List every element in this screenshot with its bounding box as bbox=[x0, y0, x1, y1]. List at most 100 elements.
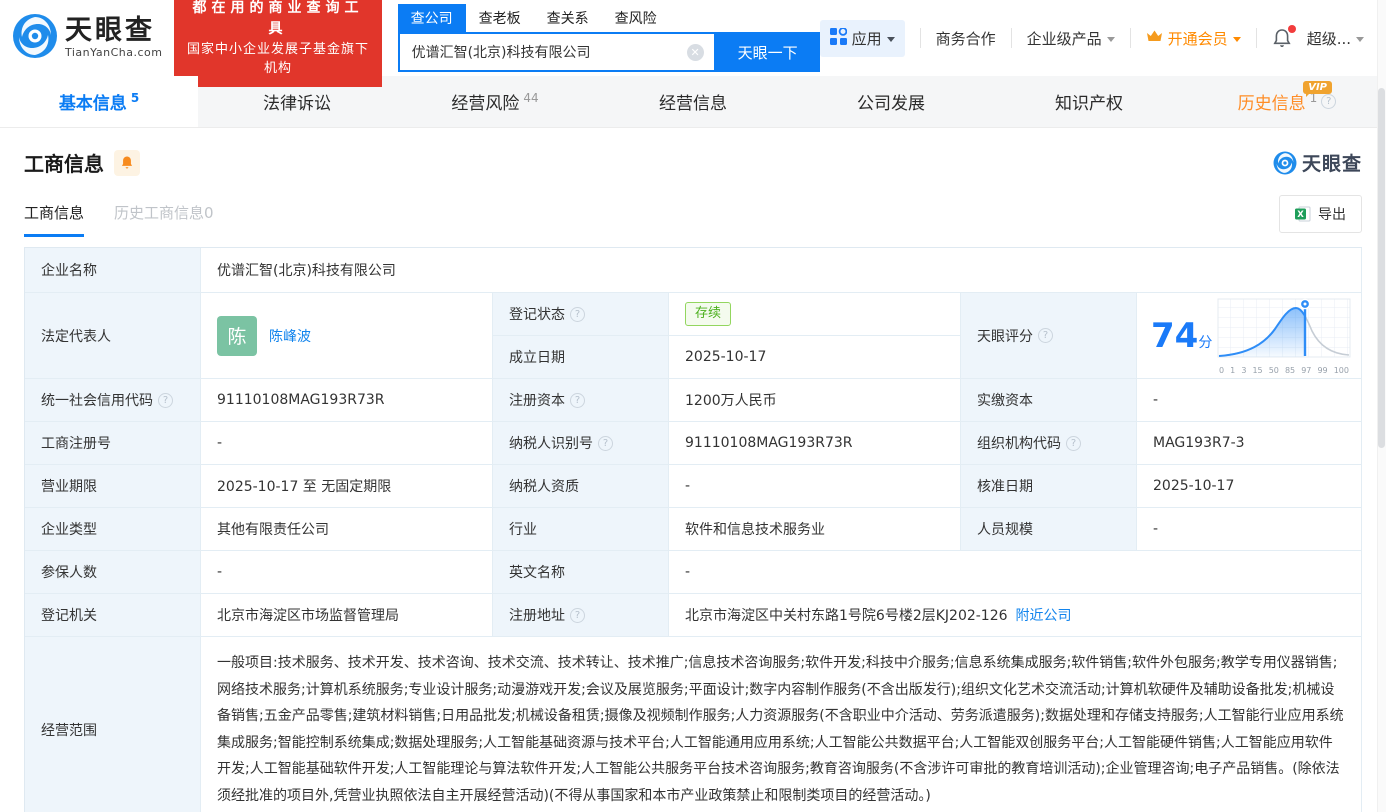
tab-intellectual-property[interactable]: 知识产权 bbox=[990, 76, 1188, 127]
apps-label: 应用 bbox=[852, 28, 882, 49]
subtab-business-registration[interactable]: 工商信息 bbox=[24, 202, 84, 237]
divider bbox=[1256, 28, 1257, 48]
search-tabs: 查公司 查老板 查关系 查风险 bbox=[398, 4, 820, 32]
address-label: 注册地址 bbox=[493, 594, 669, 637]
score-distribution-chart[interactable]: 0131550859799100 bbox=[1217, 297, 1351, 375]
insured-value: - bbox=[201, 551, 493, 594]
scrollbar-thumb[interactable] bbox=[1378, 88, 1385, 448]
vip-badge: VIP bbox=[1303, 81, 1332, 94]
tianyancha-logo[interactable]: 天眼查 TianYanCha.com bbox=[12, 13, 162, 63]
divider bbox=[1011, 28, 1012, 48]
svg-text:X: X bbox=[1297, 210, 1304, 220]
apps-menu[interactable]: 应用 bbox=[820, 20, 905, 57]
credit-code-label: 统一社会信用代码 bbox=[25, 379, 201, 422]
staff-size-label: 人员规模 bbox=[961, 508, 1137, 551]
reg-capital-label: 注册资本 bbox=[493, 379, 669, 422]
search-input[interactable] bbox=[400, 44, 687, 60]
search-box: ✕ bbox=[398, 32, 716, 72]
notifications-bell[interactable] bbox=[1272, 28, 1292, 49]
excel-icon: X bbox=[1295, 206, 1311, 222]
subtab-history-registration[interactable]: 历史工商信息0 bbox=[114, 202, 214, 237]
approval-date-value: 2025-10-17 bbox=[1137, 465, 1362, 508]
legal-rep-label: 法定代表人 bbox=[25, 293, 201, 379]
establish-date-value: 2025-10-17 bbox=[669, 336, 961, 379]
tab-history-info[interactable]: VIP 历史信息1 bbox=[1188, 76, 1386, 127]
company-name-label: 企业名称 bbox=[25, 248, 201, 293]
help-icon[interactable] bbox=[1066, 436, 1081, 451]
taxpayer-quality-label: 纳税人资质 bbox=[493, 465, 669, 508]
search-button[interactable]: 天眼一下 bbox=[716, 32, 820, 72]
approval-date-label: 核准日期 bbox=[961, 465, 1137, 508]
help-icon[interactable] bbox=[1038, 328, 1053, 343]
help-icon[interactable] bbox=[570, 393, 585, 408]
slogan-banner: 都在用的商业查询工具 国家中小企业发展子基金旗下机构 bbox=[174, 0, 381, 87]
paid-capital-value: - bbox=[1137, 379, 1362, 422]
bell-icon bbox=[120, 155, 134, 170]
business-term-label: 营业期限 bbox=[25, 465, 201, 508]
paid-capital-label: 实缴资本 bbox=[961, 379, 1137, 422]
english-name-value: - bbox=[669, 551, 1362, 594]
credit-code-value: 91110108MAG193R73R bbox=[201, 379, 493, 422]
tab-business-info[interactable]: 经营信息 bbox=[594, 76, 792, 127]
search-tab-company[interactable]: 查公司 bbox=[398, 4, 466, 32]
help-icon[interactable] bbox=[598, 436, 613, 451]
cooperation-menu[interactable]: 商务合作 bbox=[936, 28, 996, 49]
help-icon[interactable] bbox=[570, 307, 585, 322]
main-content: 工商信息 天眼查 工商信息 历史工商信息0 X 导出 企业名称 优谱汇智(北京)… bbox=[0, 148, 1386, 812]
establish-date-label: 成立日期 bbox=[493, 336, 669, 379]
legal-rep-value: 陈 陈峰波 bbox=[201, 293, 493, 379]
chevron-down-icon bbox=[887, 37, 895, 42]
help-icon[interactable] bbox=[1321, 94, 1336, 109]
brand-domain: TianYanCha.com bbox=[65, 46, 162, 59]
page: 天眼查 TianYanCha.com 都在用的商业查询工具 国家中小企业发展子基… bbox=[0, 0, 1386, 812]
notification-dot bbox=[1288, 25, 1296, 33]
divider bbox=[920, 28, 921, 48]
legal-rep-link[interactable]: 陈峰波 bbox=[269, 326, 311, 346]
account-menu[interactable]: 超级... bbox=[1307, 28, 1364, 49]
scrollbar-track bbox=[1377, 0, 1386, 812]
business-info-table: 企业名称 优谱汇智(北京)科技有限公司 法定代表人 陈 陈峰波 登记状态 存续 … bbox=[24, 247, 1362, 812]
vip-upgrade-menu[interactable]: 开通会员 bbox=[1146, 28, 1241, 49]
tab-legal-proceedings[interactable]: 法律诉讼 bbox=[198, 76, 396, 127]
subscribe-bell-button[interactable] bbox=[114, 150, 140, 176]
org-code-label: 组织机构代码 bbox=[961, 422, 1137, 465]
address-value: 北京市海淀区中关村东路1号院6号楼2层KJ202-126 附近公司 bbox=[669, 594, 1362, 637]
tab-operating-risk[interactable]: 经营风险44 bbox=[396, 76, 594, 127]
industry-value: 软件和信息技术服务业 bbox=[669, 508, 961, 551]
status-date-subgrid: 登记状态 存续 成立日期 2025-10-17 bbox=[493, 293, 961, 379]
registry-label: 登记机关 bbox=[25, 594, 201, 637]
search-tab-risk[interactable]: 查风险 bbox=[602, 4, 670, 32]
help-icon[interactable] bbox=[158, 393, 173, 408]
slogan-line2: 国家中小企业发展子基金旗下机构 bbox=[186, 40, 369, 79]
business-scope-label: 经营范围 bbox=[25, 637, 201, 812]
export-button[interactable]: X 导出 bbox=[1279, 195, 1362, 233]
corner-watermark-logo: 天眼查 bbox=[1273, 149, 1362, 176]
score-axis-ticks: 0131550859799100 bbox=[1217, 365, 1351, 375]
search-tab-boss[interactable]: 查老板 bbox=[466, 4, 534, 32]
taxpayer-quality-value: - bbox=[669, 465, 961, 508]
help-icon[interactable] bbox=[570, 608, 585, 623]
score-label: 天眼评分 bbox=[961, 293, 1137, 379]
reg-capital-value: 1200万人民币 bbox=[669, 379, 961, 422]
reg-status-value: 存续 bbox=[669, 293, 961, 336]
company-name-value: 优谱汇智(北京)科技有限公司 bbox=[201, 248, 1362, 293]
section-title: 工商信息 bbox=[24, 148, 104, 177]
score-number: 74 bbox=[1151, 316, 1198, 356]
clear-search-icon[interactable]: ✕ bbox=[687, 44, 704, 61]
company-nav-tabs: 基本信息5 法律诉讼 经营风险44 经营信息 公司发展 知识产权 VIP 历史信… bbox=[0, 76, 1386, 128]
nearby-companies-link[interactable]: 附近公司 bbox=[1016, 605, 1072, 625]
company-type-value: 其他有限责任公司 bbox=[201, 508, 493, 551]
enterprise-menu[interactable]: 企业级产品 bbox=[1027, 28, 1115, 49]
tab-company-development[interactable]: 公司发展 bbox=[792, 76, 990, 127]
tab-basic-info[interactable]: 基本信息5 bbox=[0, 76, 198, 127]
avatar[interactable]: 陈 bbox=[217, 316, 257, 356]
slogan-line1: 都在用的商业查询工具 bbox=[186, 0, 369, 40]
reg-number-value: - bbox=[201, 422, 493, 465]
company-type-label: 企业类型 bbox=[25, 508, 201, 551]
industry-label: 行业 bbox=[493, 508, 669, 551]
score-value: 74分 bbox=[1137, 293, 1362, 379]
taxpayer-id-label: 纳税人识别号 bbox=[493, 422, 669, 465]
search-tab-relation[interactable]: 查关系 bbox=[534, 4, 602, 32]
business-scope-value: 一般项目:技术服务、技术开发、技术咨询、技术交流、技术转让、技术推广;信息技术咨… bbox=[201, 637, 1362, 812]
tianyancha-swirl-icon bbox=[1273, 151, 1297, 175]
